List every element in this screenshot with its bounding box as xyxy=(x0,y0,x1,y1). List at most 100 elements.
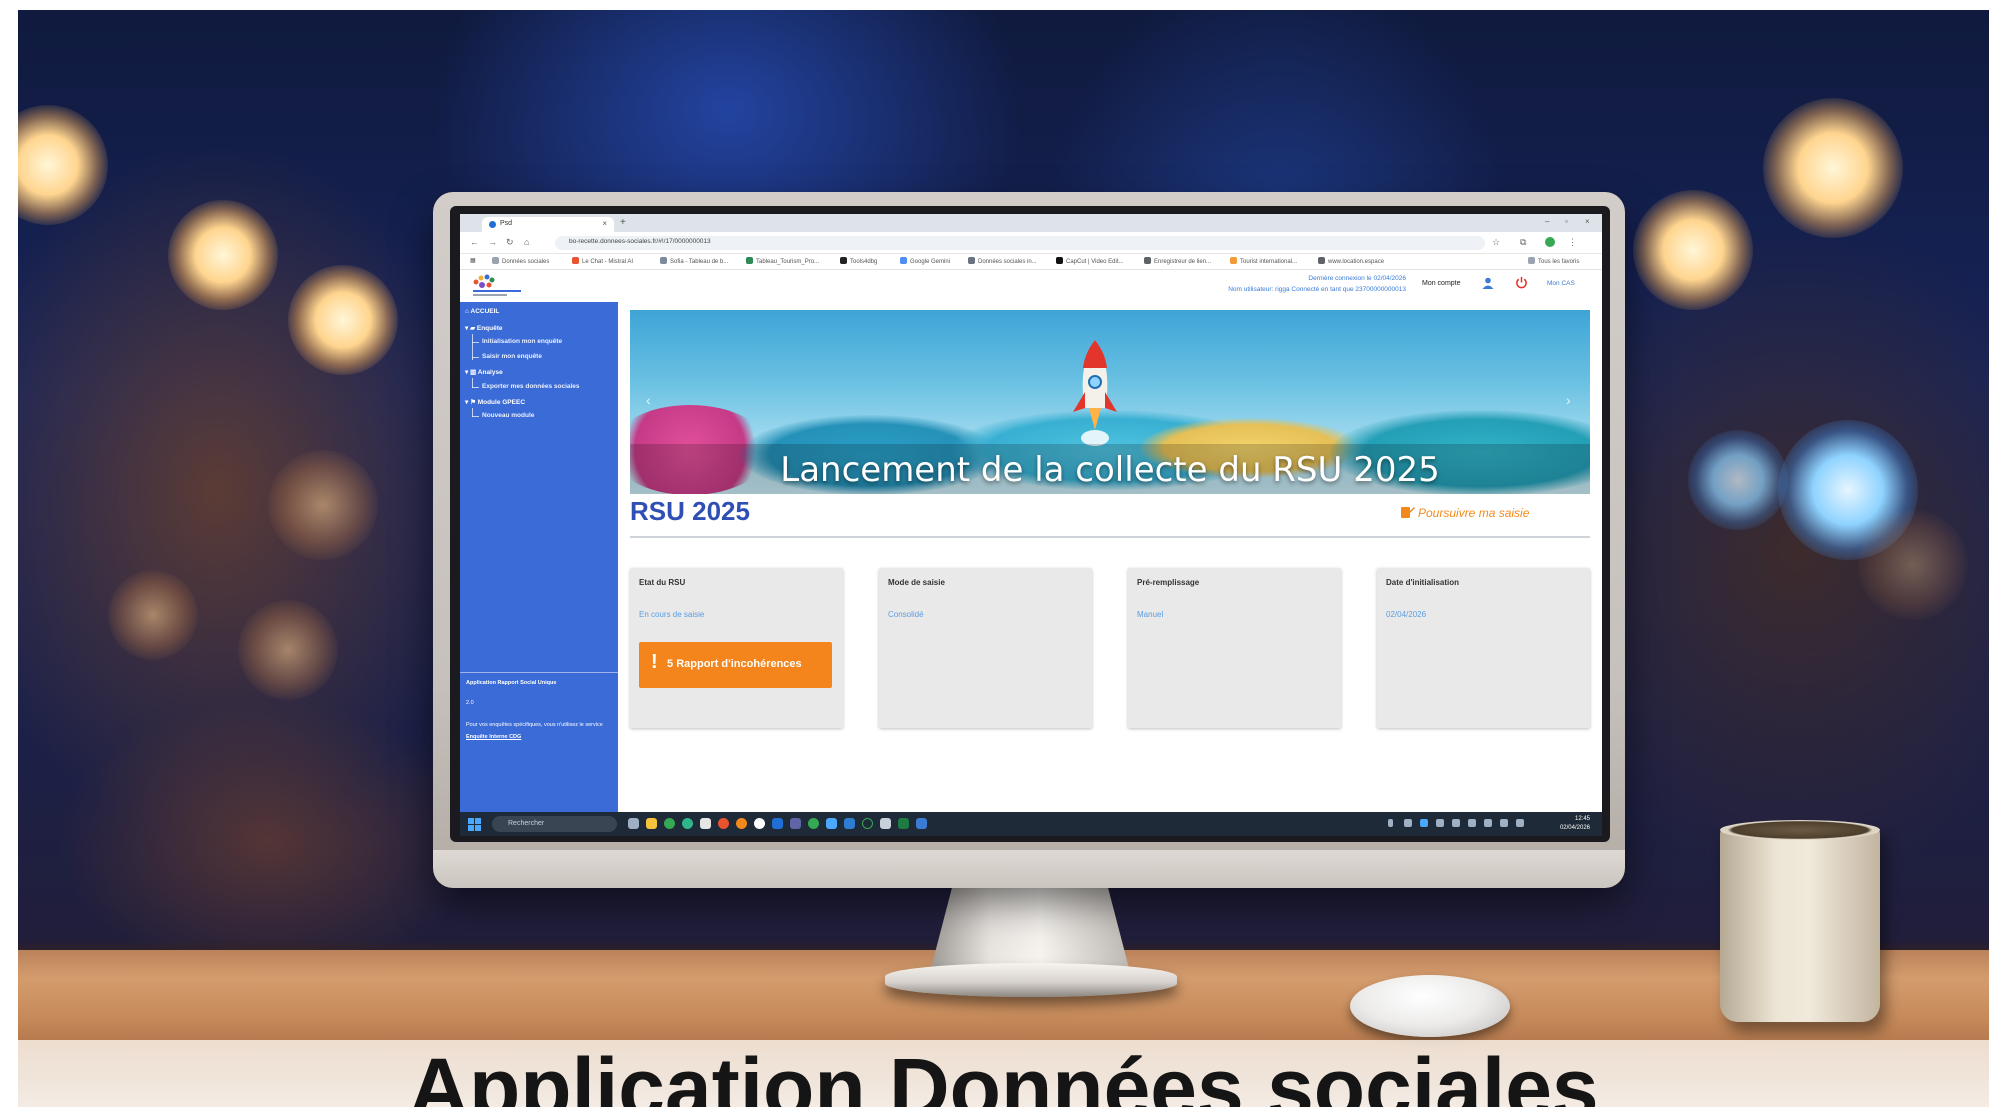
extensions-icon[interactable]: ⧉ xyxy=(1520,237,1526,248)
sidebar-item-new-module[interactable]: Nouveau module xyxy=(482,412,534,419)
card-label: Date d'initialisation xyxy=(1386,578,1460,587)
cas-link[interactable]: Mon CAS xyxy=(1547,280,1575,287)
sidebar-help-link[interactable]: Enquête Interne CDG xyxy=(466,734,521,740)
tray-chevron-icon[interactable] xyxy=(1388,819,1393,827)
url-text: bo-recette.donnees-sociales.fr/#!/17/000… xyxy=(569,238,711,245)
bokeh-light xyxy=(1688,430,1788,530)
sidebar-item-export[interactable]: Exporter mes données sociales xyxy=(482,383,580,390)
app-icon[interactable] xyxy=(808,818,819,829)
browser-tab[interactable]: Psd × xyxy=(482,217,614,232)
banner-title: Lancement de la collecte du RSU 2025 xyxy=(780,450,1440,490)
menu-icon[interactable]: ⋮ xyxy=(1568,237,1577,248)
forward-icon[interactable]: → xyxy=(488,237,497,247)
tray-icon[interactable] xyxy=(1436,819,1444,827)
app-icon[interactable] xyxy=(880,818,891,829)
bookmark[interactable]: Données sociales xyxy=(492,257,549,265)
inconsistency-report-button[interactable]: ! 5 Rapport d'incohérences xyxy=(639,642,832,688)
bookmark[interactable]: www.location.espace xyxy=(1318,257,1384,265)
address-bar[interactable]: bo-recette.donnees-sociales.fr/#!/17/000… xyxy=(555,236,1485,250)
excel-icon[interactable] xyxy=(898,818,909,829)
card-label: Mode de saisie xyxy=(888,578,945,587)
bookmark-star-icon[interactable]: ☆ xyxy=(1492,237,1500,248)
windows-start-icon[interactable] xyxy=(468,818,481,831)
file-explorer-icon[interactable] xyxy=(646,818,657,829)
wifi-icon[interactable] xyxy=(1484,819,1492,827)
report-label: 5 Rapport d'incohérences xyxy=(667,658,802,670)
bookmark[interactable]: CapCut | Video Edit... xyxy=(1056,257,1123,265)
sidebar-item-survey[interactable]: ▾ ▰ Enquête xyxy=(465,324,503,332)
taskbar-clock[interactable]: 12:45 02/04/2026 xyxy=(1560,815,1590,833)
app-icon[interactable] xyxy=(826,818,837,829)
card-value: En cours de saisie xyxy=(639,610,705,619)
sidebar-item-enter-survey[interactable]: Saisir mon enquête xyxy=(482,353,542,360)
carousel-prev-icon[interactable]: ‹ xyxy=(646,392,651,408)
tray-icon[interactable] xyxy=(1420,819,1428,827)
store-icon[interactable] xyxy=(700,818,711,829)
sidebar: ⌂ ACCUEIL ▾ ▰ Enquête Initialisation mon… xyxy=(460,302,618,812)
minimize-icon[interactable]: – xyxy=(1545,217,1549,226)
computer-mouse xyxy=(1350,975,1510,1037)
title-divider xyxy=(630,536,1590,538)
app-icon[interactable] xyxy=(862,818,873,829)
continue-icon[interactable] xyxy=(1400,504,1416,520)
tray-icon[interactable] xyxy=(1468,819,1476,827)
apps-icon[interactable]: ▦ xyxy=(470,257,476,264)
monitor-screen: Psd × + – ▫ × ← → ↻ ⌂ bo-recette.donnees… xyxy=(460,214,1602,836)
card-label: Pré-remplissage xyxy=(1137,578,1200,587)
bookmark[interactable]: Tourist international... xyxy=(1230,257,1297,265)
volume-icon[interactable] xyxy=(1500,819,1508,827)
outlook-icon[interactable] xyxy=(772,818,783,829)
edge-icon[interactable] xyxy=(682,818,693,829)
bokeh-light xyxy=(1763,98,1903,238)
chrome-icon[interactable] xyxy=(664,818,675,829)
bookmark[interactable]: Tools4dbg xyxy=(840,257,877,265)
rocket-icon xyxy=(1073,340,1117,446)
tree-branch xyxy=(472,357,479,358)
task-view-icon[interactable] xyxy=(628,818,639,829)
new-tab-icon[interactable]: + xyxy=(620,217,626,228)
main-content: ‹ › Lancement de la collecte du RSU 2025… xyxy=(630,310,1590,810)
monitor-stand xyxy=(930,880,1130,972)
continue-entry-link[interactable]: Poursuivre ma saisie xyxy=(1418,506,1529,520)
close-tab-icon[interactable]: × xyxy=(602,219,607,228)
warning-icon: ! xyxy=(651,651,658,673)
bookmark[interactable]: Enregistreur de lien... xyxy=(1144,257,1211,265)
sidebar-item-gpeec[interactable]: ▾ ⚑ Module GPEEC xyxy=(465,398,525,406)
clock-time: 12:45 xyxy=(1574,816,1590,822)
bookmark[interactable]: Google Gemini xyxy=(900,257,950,265)
taskbar-search[interactable]: Rechercher xyxy=(492,816,617,832)
init-date-card: Date d'initialisation 02/04/2026 xyxy=(1377,568,1590,728)
close-window-icon[interactable]: × xyxy=(1585,217,1590,226)
app-icon[interactable] xyxy=(754,818,765,829)
all-bookmarks[interactable]: Tous les favoris xyxy=(1528,257,1579,265)
bookmark[interactable]: Données sociales in... xyxy=(968,257,1037,265)
bookmark[interactable]: Le Chat - Mistral AI xyxy=(572,257,633,265)
sidebar-item-analysis[interactable]: ▾ ▥ Analyse xyxy=(465,368,503,376)
home-icon[interactable]: ⌂ xyxy=(524,237,529,247)
carousel-next-icon[interactable]: › xyxy=(1566,392,1571,408)
tab-title: Psd xyxy=(500,220,513,227)
bookmarks-bar: ▦ Données sociales Le Chat - Mistral AI … xyxy=(460,254,1602,270)
power-icon[interactable] xyxy=(1515,276,1528,289)
sidebar-item-init-survey[interactable]: Initialisation mon enquête xyxy=(482,338,562,345)
maximize-icon[interactable]: ▫ xyxy=(1565,217,1568,226)
photos-icon[interactable] xyxy=(844,818,855,829)
reload-icon[interactable]: ↻ xyxy=(506,237,514,248)
battery-icon[interactable] xyxy=(1516,819,1524,827)
sidebar-help-text: Pour vos enquêtes spécifiques, vous n'ut… xyxy=(466,722,603,728)
profile-icon[interactable] xyxy=(1545,237,1555,247)
teams-icon[interactable] xyxy=(790,818,801,829)
back-icon[interactable]: ← xyxy=(470,237,479,247)
sidebar-item-home[interactable]: ⌂ ACCUEIL xyxy=(465,308,499,315)
app-icon[interactable] xyxy=(916,818,927,829)
tray-icon[interactable] xyxy=(1404,819,1412,827)
account-link[interactable]: Mon compte xyxy=(1422,280,1461,287)
bookmark[interactable]: Tableau_Tourism_Pro... xyxy=(746,257,819,265)
taskbar-search-placeholder: Rechercher xyxy=(508,820,545,827)
user-icon[interactable] xyxy=(1482,277,1494,289)
prefill-card: Pré-remplissage Manuel xyxy=(1128,568,1341,728)
app-icon[interactable] xyxy=(736,818,747,829)
bookmark[interactable]: Sofia - Tableau de b... xyxy=(660,257,728,265)
app-icon[interactable] xyxy=(718,818,729,829)
tray-icon[interactable] xyxy=(1452,819,1460,827)
